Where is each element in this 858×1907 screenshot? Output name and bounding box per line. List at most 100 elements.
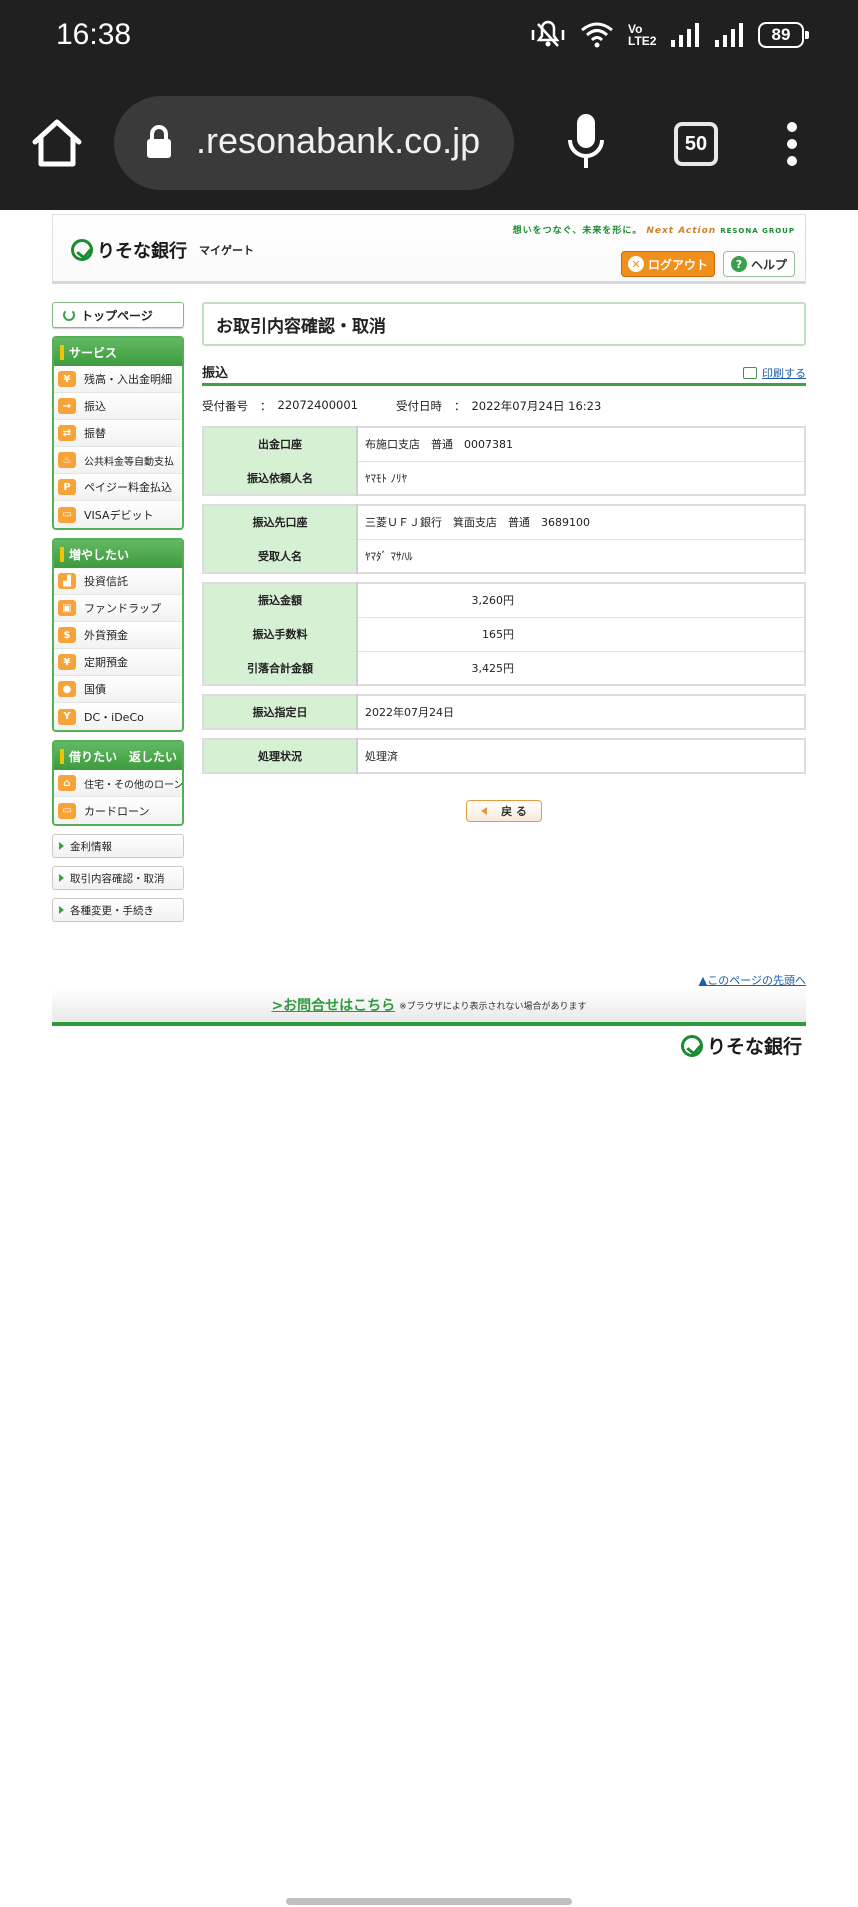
sidebar-item-label: VISAデビット [84,508,154,522]
sidebar-item-label: 公共料金等自動支払 [84,456,174,468]
arrow-right-icon [59,842,64,850]
contact-link[interactable]: >お問合せはこちら [271,995,395,1015]
gesture-navigation-bar[interactable] [286,1898,572,1905]
house-icon: ⌂ [58,775,76,791]
exchange-icon: ⇄ [58,425,76,441]
tab-switcher-button[interactable]: 50 [674,122,718,166]
row-value: 処理済 [365,750,398,763]
wifi-icon [581,22,613,48]
transfer-icon: → [58,398,76,414]
sidebar-item-visa[interactable]: ▭ VISAデビット [54,501,182,528]
sidebar-link-transactions[interactable]: 取引内容確認・取消 [52,866,184,890]
close-circle-icon: ✕ [627,256,644,272]
row-value: 布施口支店 普通 0007381 [357,427,805,462]
total-value: 3,425円 [471,661,515,675]
logo-text: りそな銀行 [97,241,187,262]
table-row: 受取人名 ﾔﾏﾀﾞ ﾏｻﾊﾙ [203,539,805,573]
sidebar-item-label: 振込 [84,400,106,413]
chart-icon: ▟ [58,573,76,589]
row-label: 受取人名 [203,539,358,573]
menu-group-title-text: 借りたい 返したい [69,749,178,764]
tagline: 想いをつなぐ、未来を形に。 Next Action RESONA GROUP [513,223,795,236]
amount-table: 振込金額 3,260円 振込手数料 165円 引落合計金額 3,425円 [202,582,806,686]
page-top-link[interactable]: ▲このページの先頭へ [699,972,806,988]
sidebar-item-label: 外貨預金 [84,629,128,642]
sidebar-item-ideco[interactable]: Y DC・iDeCo [54,703,182,730]
sidebar-item-housing-loan[interactable]: ⌂ 住宅・その他のローン [54,770,182,797]
overflow-menu-icon[interactable] [784,120,800,168]
receipt-time-colon: ： [453,399,466,413]
signal-1-icon [671,23,699,47]
arrow-right-icon [59,906,64,914]
row-label: 振込指定日 [203,695,358,729]
section-title: 振込 [202,366,229,381]
sidebar-item-utility[interactable]: ♨ 公共料金等自動支払 [54,447,182,474]
sidebar-item-time-deposit[interactable]: ¥ 定期預金 [54,649,182,676]
main-content: お取引内容確認・取消 振込 印刷する 受付番号 ： 22072400001 受付… [202,302,806,822]
row-value: ﾔﾏﾀﾞ ﾏｻﾊﾙ [365,549,413,563]
sidebar-item-transfer[interactable]: → 振込 [54,393,182,420]
resona-mark-icon [71,239,93,261]
row-value: 165円 [357,617,805,652]
top-page-label: トップページ [81,308,153,323]
menu-group-title: 増やしたい [54,540,182,568]
contact-strip: >お問合せはこちら ※ブラウザにより表示されない場合があります [52,988,806,1026]
sidebar-item-label: 残高・入出金明細 [84,373,172,386]
menu-group-title-text: サービス [69,345,118,360]
dollar-icon: $ [58,627,76,643]
status-time: 16:38 [56,18,132,51]
microphone-icon[interactable] [566,112,606,172]
resona-mark-icon [680,1034,703,1057]
status-bar: 16:38 Vo LTE2 89 [0,0,858,78]
footer-logo[interactable]: りそな銀行 [680,1032,802,1059]
arrow-left-icon [481,807,488,815]
help-button[interactable]: ? ヘルプ [723,251,795,277]
printer-icon [743,367,757,379]
tagline-brand: Next Action [646,226,717,236]
sidebar-item-fund[interactable]: ▟ 投資信託 [54,568,182,595]
row-label: 振込手数料 [203,617,358,652]
mute-icon [531,20,565,47]
sidebar-item-card-loan[interactable]: ▭ カードローン [54,797,182,824]
menu-group-title: 借りたい 返したい [54,742,182,770]
receipt-number: 22072400001 [277,398,358,412]
receipt-number-label: 受付番号 [202,399,248,413]
fee-value: 165円 [482,628,514,641]
table-row: 出金口座 布施口支店 普通 0007381 [203,427,805,462]
browser-toolbar: .resonabank.co.jp 50 [0,78,858,210]
row-label: 振込先口座 [203,505,358,540]
menu-group-service: サービス ¥ 残高・入出金明細 → 振込 ⇄ 振替 ♨ 公共料金等自動支払 P ペイジー料… [52,336,184,530]
receipt-number-colon: ： [260,399,272,413]
sidebar: トップページ サービス ¥ 残高・入出金明細 → 振込 ⇄ 振替 ♨ 公共料金等自動支払… [52,302,184,922]
sidebar-link-rates[interactable]: 金利情報 [52,834,184,858]
print-link[interactable]: 印刷する [743,365,806,381]
wallet-icon: ¥ [58,371,76,387]
battery-icon: 89 [758,22,809,48]
resona-logo[interactable]: りそな銀行 マイゲート [71,237,254,263]
logout-label: ログアウト [647,257,708,272]
faucet-icon: ♨ [58,452,76,468]
logout-button[interactable]: ✕ ログアウト [621,251,715,277]
sidebar-item-foreign[interactable]: $ 外貨預金 [54,622,182,649]
contact-note: ※ブラウザにより表示されない場合があります [399,1001,587,1012]
back-button[interactable]: 戻 る [466,800,542,822]
sidebar-item-bond[interactable]: ● 国債 [54,676,182,703]
source-account-table: 出金口座 布施口支店 普通 0007381 振込依頼人名 ﾔﾏﾓﾄ ﾉﾘﾔ [202,426,806,496]
tagline-group: RESONA GROUP [720,227,795,235]
sidebar-item-fundwrap[interactable]: ▣ ファンドラップ [54,595,182,622]
lock-icon [147,125,171,158]
home-icon[interactable] [30,116,84,170]
sidebar-link-procedures[interactable]: 各種変更・手続き [52,898,184,922]
sidebar-item-payeasy[interactable]: P ペイジー料金払込 [54,474,182,501]
sidebar-item-label: DC・iDeCo [84,710,144,724]
url-text: .resonabank.co.jp [196,120,481,161]
sidebar-item-label: カードローン [84,804,150,818]
row-label: 振込金額 [203,583,358,618]
top-page-button[interactable]: トップページ [52,302,184,328]
sidebar-item-account-transfer[interactable]: ⇄ 振替 [54,420,182,447]
sidebar-item-balance[interactable]: ¥ 残高・入出金明細 [54,366,182,393]
payeasy-icon: P [58,479,76,495]
address-bar[interactable]: .resonabank.co.jp [114,96,514,190]
table-row: 振込手数料 165円 [203,617,805,652]
destination-account-table: 振込先口座 三菱ＵＦＪ銀行 箕面支店 普通 3689100 受取人名 ﾔﾏﾀﾞ ﾏｻ… [202,504,806,574]
